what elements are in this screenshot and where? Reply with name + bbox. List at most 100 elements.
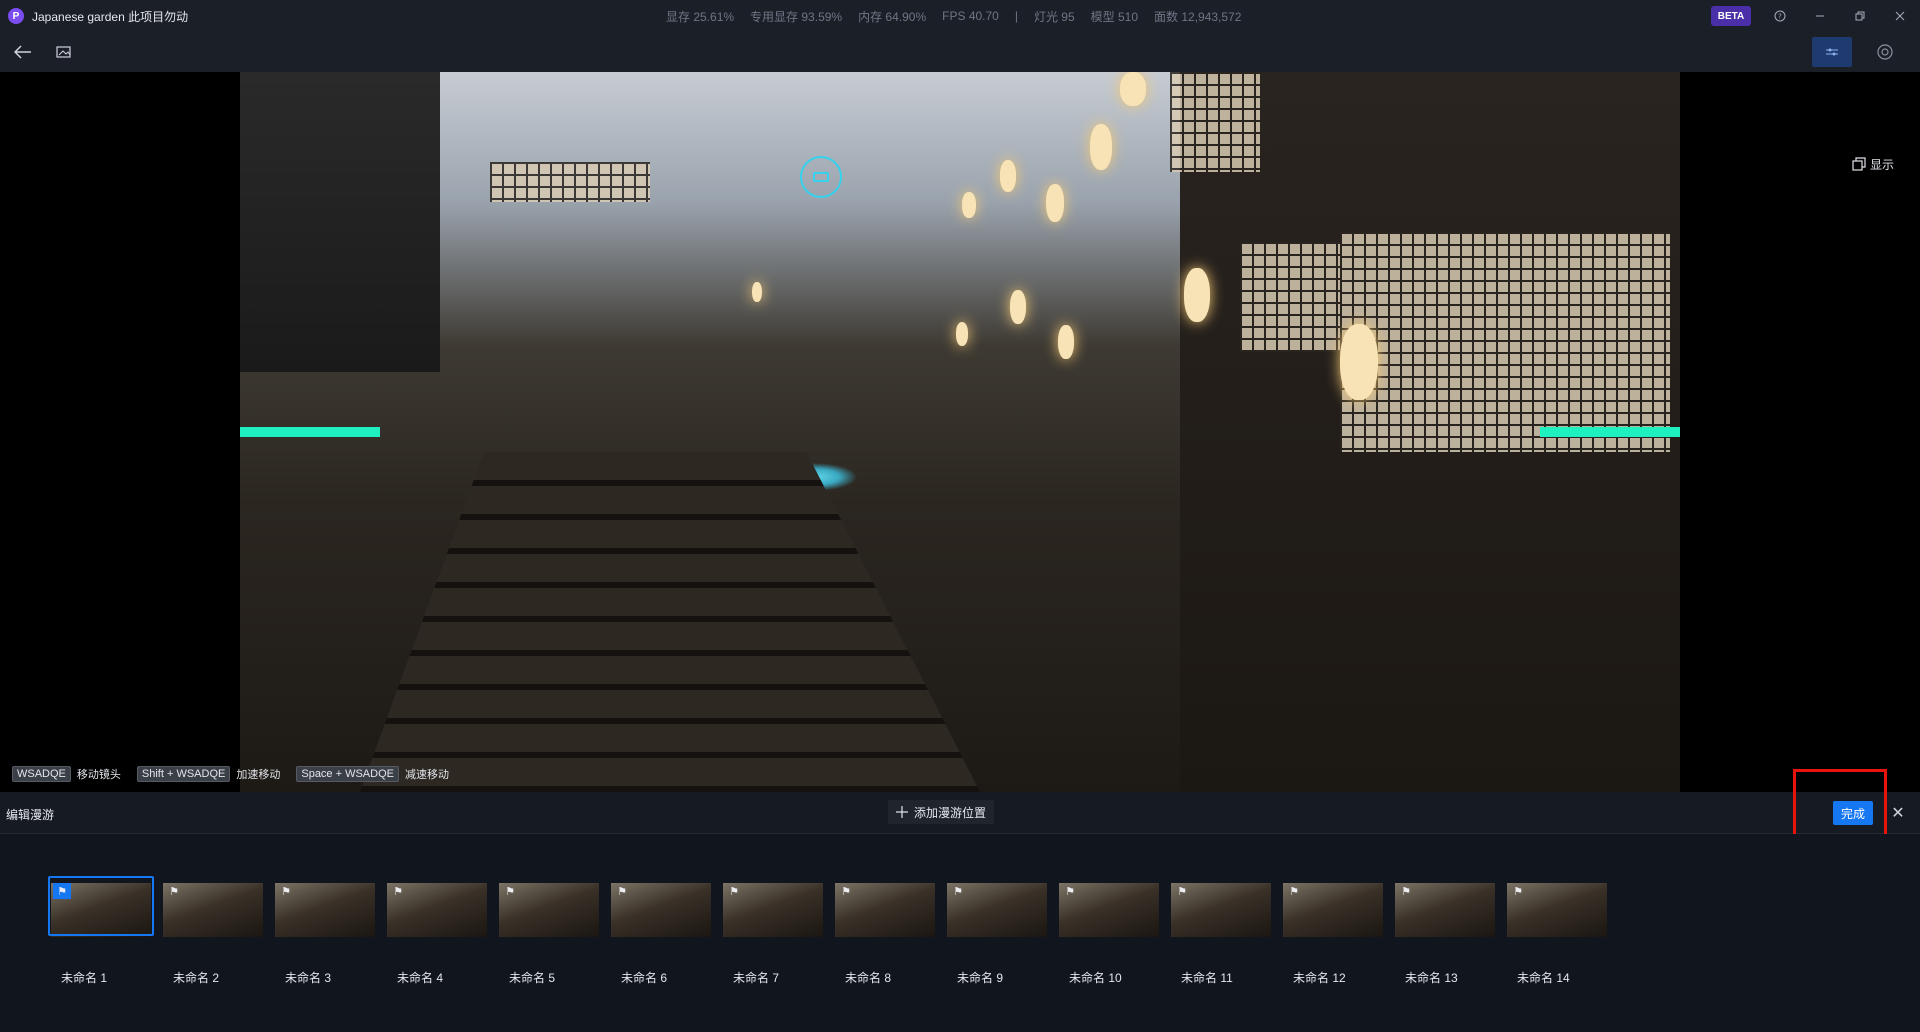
close-window-icon[interactable] [1884, 0, 1916, 32]
plus-icon [896, 806, 908, 818]
flag-icon: ⚑ [169, 885, 179, 898]
lantern [1340, 324, 1378, 400]
tour-thumbnail[interactable]: ⚑ 未命名 5 [499, 879, 599, 985]
shoji-screen [490, 162, 650, 202]
flag-icon: ⚑ [393, 885, 403, 898]
lantern [752, 282, 762, 302]
add-tour-position-label: 添加漫游位置 [914, 805, 987, 820]
minimize-icon[interactable] [1804, 0, 1836, 32]
display-label: 显示 [1870, 157, 1895, 172]
performance-stats: 显存 25.61% 专用显存 93.59% 内存 64.90% FPS 40.7… [666, 0, 1241, 32]
stat-vram: 显存 25.61% [666, 9, 735, 24]
lantern [1000, 160, 1016, 192]
tour-thumbnail[interactable]: ⚑ 未命名 9 [947, 879, 1047, 985]
flag-icon: ⚑ [1177, 885, 1187, 898]
thumbnail-label: 未命名 1 [61, 971, 108, 985]
done-button[interactable]: 完成 [1833, 801, 1873, 825]
tour-thumbnail[interactable]: ⚑ 未命名 3 [275, 879, 375, 985]
stat-lights: 灯光 95 [1033, 9, 1075, 24]
thumbnail-label: 未命名 13 [1405, 971, 1458, 985]
tour-thumbnail[interactable]: ⚑ 未命名 13 [1395, 879, 1495, 985]
hint-key: Shift + WSADQE [136, 766, 231, 782]
close-panel-icon[interactable]: ✕ [1888, 802, 1908, 824]
flag-icon: ⚑ [1289, 885, 1299, 898]
adjust-panel-button[interactable] [1812, 37, 1852, 67]
lantern [956, 322, 968, 346]
stat-memory: 内存 64.90% [858, 9, 927, 24]
restore-icon[interactable] [1844, 0, 1876, 32]
stat-faces: 面数 12,943,572 [1154, 9, 1242, 24]
thumbnail-label: 未命名 10 [1069, 971, 1122, 985]
hint-key: Space + WSADQE [296, 766, 399, 782]
flag-icon: ⚑ [841, 885, 851, 898]
tour-thumbnail[interactable]: ⚑ 未命名 2 [163, 879, 263, 985]
hint-label: 移动镜头 [76, 769, 121, 781]
flag-icon: ⚑ [505, 885, 515, 898]
lantern [962, 192, 976, 218]
settings-icon[interactable] [1871, 38, 1899, 66]
beta-badge: BETA [1711, 6, 1751, 26]
thumbnail-label: 未命名 5 [509, 971, 556, 985]
keyboard-hints: WSADQE 移动镜头 Shift + WSADQE 加速移动 Space + … [12, 766, 459, 782]
title-bar: P Japanese garden 此项目勿动 显存 25.61% 专用显存 9… [0, 0, 1920, 32]
tour-thumbnail[interactable]: ⚑ 未命名 8 [835, 879, 935, 985]
camera-position-marker[interactable] [800, 156, 842, 198]
thumbnail-label: 未命名 9 [957, 971, 1004, 985]
flag-icon: ⚑ [1065, 885, 1075, 898]
stat-fps: FPS 40.70 [942, 9, 999, 23]
thumbnail-label: 未命名 3 [285, 971, 332, 985]
thumbnail-label: 未命名 6 [621, 971, 668, 985]
shoji-screen [1240, 242, 1340, 352]
app-logo-icon: P [8, 8, 24, 24]
tour-thumbnail[interactable]: ⚑ 未命名 7 [723, 879, 823, 985]
tour-thumbnail[interactable]: ⚑ 未命名 12 [1283, 879, 1383, 985]
hint-label: 加速移动 [236, 769, 281, 781]
back-arrow-icon[interactable] [11, 40, 35, 64]
stat-dedicated-vram: 专用显存 93.59% [750, 9, 843, 24]
panel-title: 编辑漫游 [6, 808, 55, 822]
tour-thumbnail[interactable]: ⚑ 未命名 11 [1171, 879, 1271, 985]
add-tour-position-button[interactable]: 添加漫游位置 [888, 800, 995, 824]
thumbnail-label: 未命名 14 [1517, 971, 1570, 985]
tour-thumbnail[interactable]: ⚑ 未命名 10 [1059, 879, 1159, 985]
svg-text:?: ? [1778, 13, 1782, 21]
lantern [1090, 124, 1112, 170]
scene-render[interactable] [240, 72, 1680, 792]
walk-boundary-marker [240, 427, 380, 437]
thumbnail-label: 未命名 4 [397, 971, 444, 985]
window-title: Japanese garden 此项目勿动 [32, 9, 189, 24]
tour-thumbnail[interactable]: ⚑ 未命名 14 [1507, 879, 1607, 985]
shoji-screen [1170, 72, 1260, 172]
help-icon[interactable]: ? [1764, 0, 1796, 32]
camera-icon [813, 172, 829, 182]
flag-icon: ⚑ [53, 883, 71, 899]
sliders-icon [1826, 48, 1838, 56]
hint-label: 减速移动 [404, 769, 449, 781]
building-left [240, 72, 440, 372]
thumbnail-label: 未命名 8 [845, 971, 892, 985]
tour-thumbnail[interactable]: ⚑ 未命名 6 [611, 879, 711, 985]
thumbnail-label: 未命名 11 [1181, 971, 1233, 985]
tour-thumbnail[interactable]: ⚑ 未命名 1 [48, 876, 154, 985]
hint-key: WSADQE [12, 766, 71, 782]
3d-viewport[interactable]: 显示 WSADQE 移动镜头 Shift + WSADQE 加速移动 Space… [0, 72, 1920, 792]
lantern [1120, 72, 1146, 106]
tour-thumbnail[interactable]: ⚑ 未命名 4 [387, 879, 487, 985]
flag-icon: ⚑ [281, 885, 291, 898]
display-toggle-button[interactable]: 显示 [1852, 154, 1894, 174]
stat-separator: | [1014, 9, 1018, 23]
walk-boundary-marker [1540, 427, 1680, 437]
flag-icon: ⚑ [617, 885, 627, 898]
stone-stairs [360, 452, 980, 792]
thumbnail-label: 未命名 12 [1293, 971, 1346, 985]
flag-icon: ⚑ [1401, 885, 1411, 898]
lantern [1046, 184, 1064, 222]
lantern [1058, 325, 1074, 359]
image-icon[interactable] [52, 40, 76, 64]
toolbar [0, 32, 1920, 72]
shoji-screen [1340, 232, 1670, 452]
flag-icon: ⚑ [1513, 885, 1523, 898]
tour-thumbnail-strip: ⚑ 未命名 1 ⚑ 未命名 2 ⚑ 未命名 3 ⚑ 未命名 4 ⚑ 未命名 5 … [0, 834, 1920, 1032]
lantern [1184, 268, 1210, 322]
lantern [1010, 290, 1026, 324]
